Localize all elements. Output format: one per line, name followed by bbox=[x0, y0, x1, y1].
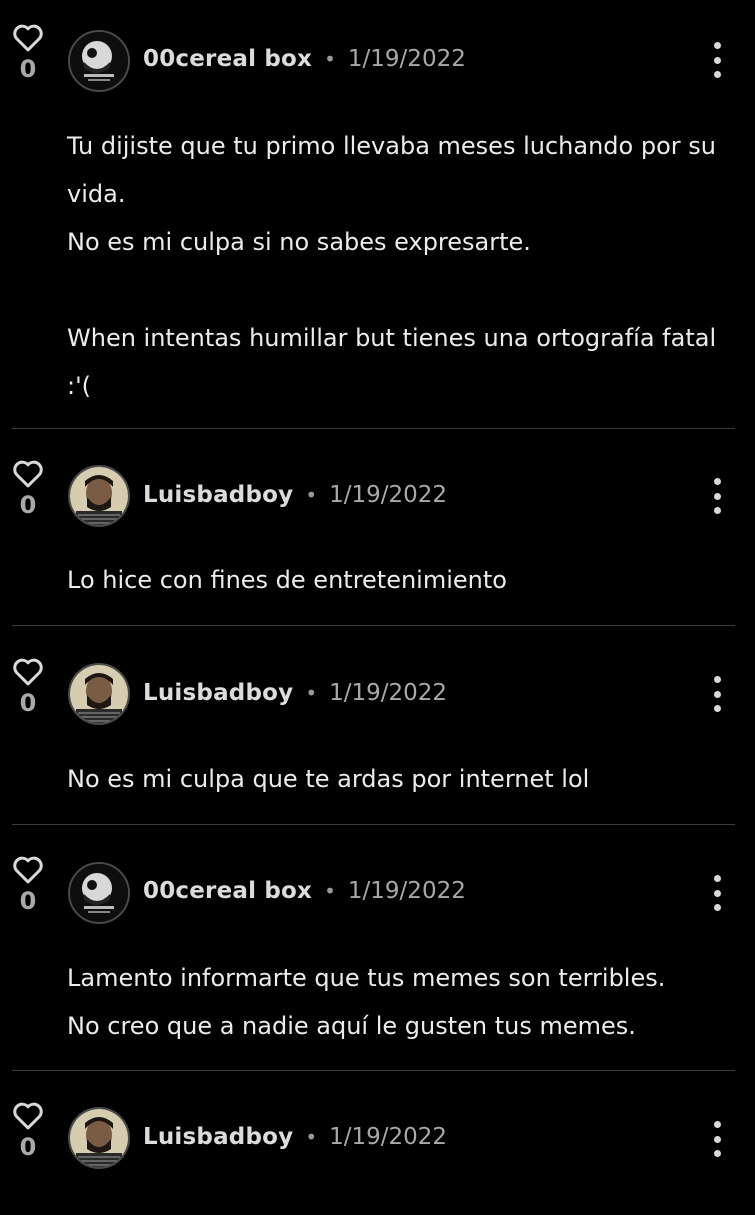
like-button[interactable]: 0 bbox=[10, 1100, 46, 1160]
username[interactable]: Luisbadboy bbox=[143, 482, 293, 508]
comment-date: 1/19/2022 bbox=[329, 1124, 448, 1150]
dot-icon bbox=[713, 56, 721, 64]
like-button[interactable]: 0 bbox=[10, 458, 46, 518]
comment-meta: Luisbadboy • 1/19/2022 bbox=[143, 1107, 447, 1167]
dot-icon bbox=[713, 904, 721, 911]
separator-dot: • bbox=[305, 681, 318, 705]
heart-icon bbox=[13, 460, 43, 488]
dot-icon bbox=[713, 1150, 721, 1157]
more-options-button[interactable] bbox=[705, 1119, 729, 1159]
dot-icon bbox=[713, 676, 721, 683]
avatar[interactable] bbox=[68, 30, 130, 92]
avatar[interactable] bbox=[68, 663, 130, 725]
divider bbox=[12, 428, 735, 429]
dot-icon bbox=[713, 1135, 721, 1143]
comment-meta: Luisbadboy • 1/19/2022 bbox=[143, 465, 447, 525]
dot-icon bbox=[713, 1121, 721, 1128]
heart-icon bbox=[13, 856, 43, 884]
heart-icon bbox=[13, 24, 43, 52]
separator-dot: • bbox=[305, 483, 318, 507]
comment-date: 1/19/2022 bbox=[347, 46, 466, 72]
more-options-button[interactable] bbox=[705, 873, 729, 913]
dot-icon bbox=[713, 507, 721, 514]
username[interactable]: 00cereal box bbox=[143, 878, 312, 904]
username[interactable]: 00cereal box bbox=[143, 46, 312, 72]
luisbadboy-avatar-image bbox=[70, 665, 128, 723]
like-count: 0 bbox=[19, 55, 37, 83]
divider bbox=[12, 824, 735, 825]
comment-date: 1/19/2022 bbox=[329, 482, 448, 508]
like-count: 0 bbox=[19, 1133, 37, 1161]
separator-dot: • bbox=[324, 47, 336, 71]
comment-text: Lo hice con fines de entretenimiento bbox=[67, 566, 507, 594]
divider bbox=[12, 1070, 735, 1071]
username[interactable]: Luisbadboy bbox=[143, 680, 293, 706]
like-count: 0 bbox=[19, 689, 37, 717]
heart-icon bbox=[13, 658, 43, 686]
divider bbox=[12, 625, 735, 626]
cereal-box-avatar-image bbox=[70, 864, 128, 922]
dot-icon bbox=[713, 705, 721, 712]
dot-icon bbox=[713, 71, 721, 78]
dot-icon bbox=[713, 478, 721, 485]
cereal-box-avatar-image bbox=[70, 32, 128, 90]
separator-dot: • bbox=[324, 879, 336, 903]
dot-icon bbox=[713, 889, 721, 897]
comment-date: 1/19/2022 bbox=[329, 680, 448, 706]
more-options-button[interactable] bbox=[705, 476, 729, 516]
luisbadboy-avatar-image bbox=[70, 1109, 128, 1167]
like-button[interactable]: 0 bbox=[10, 656, 46, 716]
dot-icon bbox=[713, 492, 721, 500]
avatar[interactable] bbox=[68, 1107, 130, 1169]
avatar[interactable] bbox=[68, 862, 130, 924]
separator-dot: • bbox=[305, 1125, 318, 1149]
comment-text: No es mi culpa que te ardas por internet… bbox=[67, 765, 590, 793]
more-options-button[interactable] bbox=[705, 40, 729, 80]
like-button[interactable]: 0 bbox=[10, 854, 46, 914]
comment-date: 1/19/2022 bbox=[347, 878, 466, 904]
heart-icon bbox=[13, 1102, 43, 1130]
comment-meta: 00cereal box • 1/19/2022 bbox=[143, 861, 466, 921]
luisbadboy-avatar-image bbox=[70, 467, 128, 525]
comment-meta: 00cereal box • 1/19/2022 bbox=[143, 29, 466, 89]
comment-text: Tu dijiste que tu primo llevaba meses lu… bbox=[67, 132, 717, 400]
dot-icon bbox=[713, 42, 721, 49]
avatar[interactable] bbox=[68, 465, 130, 527]
like-count: 0 bbox=[19, 887, 37, 915]
like-button[interactable]: 0 bbox=[10, 22, 46, 82]
comment-text: Lamento informarte que tus memes son ter… bbox=[67, 964, 666, 1040]
more-options-button[interactable] bbox=[705, 674, 729, 714]
dot-icon bbox=[713, 875, 721, 882]
username[interactable]: Luisbadboy bbox=[143, 1124, 293, 1150]
comment-meta: Luisbadboy • 1/19/2022 bbox=[143, 663, 447, 723]
dot-icon bbox=[713, 690, 721, 698]
like-count: 0 bbox=[19, 491, 37, 519]
